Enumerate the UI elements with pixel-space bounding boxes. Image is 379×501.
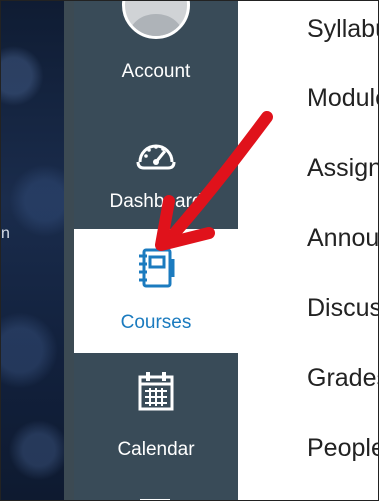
course-nav-people[interactable]: People bbox=[307, 433, 378, 463]
course-nav-announcements[interactable]: Announcements bbox=[307, 223, 378, 253]
page-background bbox=[1, 1, 64, 500]
course-nav-discussions[interactable]: Discussions bbox=[307, 293, 378, 323]
nav-item-courses-label: Courses bbox=[120, 312, 192, 333]
course-nav-grades[interactable]: Grades bbox=[307, 363, 378, 393]
nav-item-dashboard-label: Dashboard bbox=[109, 191, 203, 212]
calendar-icon bbox=[138, 371, 174, 416]
notebook-icon bbox=[137, 247, 175, 294]
nav-item-dashboard[interactable]: Dashboard bbox=[74, 104, 238, 229]
inbox-icon bbox=[140, 492, 170, 500]
dashboard-gauge-icon bbox=[136, 136, 176, 175]
background-partial-text: n bbox=[1, 225, 10, 242]
nav-item-courses[interactable]: Courses bbox=[74, 229, 238, 353]
course-nav-assignments[interactable]: Assignments bbox=[307, 153, 378, 183]
nav-item-account-label: Account bbox=[121, 61, 191, 82]
nav-item-calendar[interactable]: Calendar bbox=[74, 353, 238, 478]
course-nav-modules[interactable]: Modules bbox=[307, 83, 378, 113]
nav-item-inbox[interactable] bbox=[74, 478, 238, 500]
screenshot-frame: n Account Dashboard Courses Calendar Syl… bbox=[0, 0, 379, 501]
course-nav-syllabus[interactable]: Syllabus bbox=[307, 14, 378, 44]
avatar-icon bbox=[122, 1, 190, 39]
nav-item-calendar-label: Calendar bbox=[117, 439, 195, 460]
nav-rail-edge bbox=[64, 1, 74, 500]
nav-item-account[interactable]: Account bbox=[74, 1, 238, 104]
